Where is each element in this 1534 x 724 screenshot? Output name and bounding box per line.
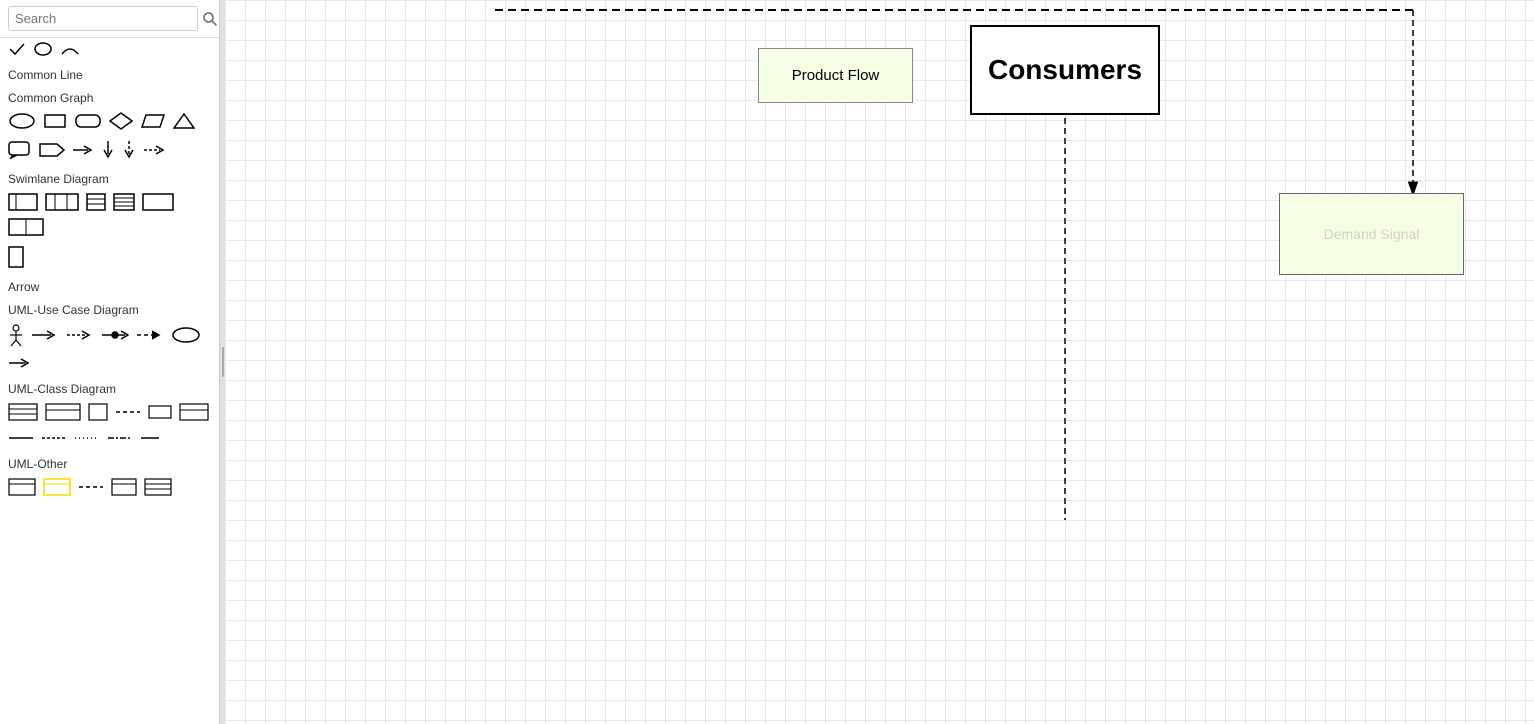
- section-label-uml-class: UML-Class Diagram: [0, 376, 219, 399]
- shape-dash-arrow-right[interactable]: [141, 141, 169, 159]
- shape-triangle[interactable]: [171, 110, 197, 132]
- shape-row-top-partial: [0, 38, 219, 62]
- shape-arrow-down-solid[interactable]: [99, 138, 117, 162]
- shape-fork-arrow[interactable]: [99, 326, 131, 344]
- shape-row-swimlane2: [0, 242, 219, 274]
- shape-oval[interactable]: [6, 110, 38, 132]
- shape-diamond[interactable]: [107, 110, 135, 132]
- shape-class-2sec[interactable]: [43, 401, 83, 423]
- shape-row-uml-other: [0, 474, 219, 502]
- shape-swimlane-horiz2[interactable]: [43, 191, 81, 213]
- shape-row-uml-uc2: [0, 352, 219, 376]
- shape-row-uml-uc: [0, 320, 219, 352]
- shape-pentagon-arrow[interactable]: [37, 139, 67, 161]
- demand-signal-label: Demand Signal: [1324, 226, 1420, 242]
- section-label-arrow: Arrow: [0, 274, 219, 297]
- shape-swimlane-horiz[interactable]: [6, 191, 40, 213]
- section-label-common-graph: Common Graph: [0, 85, 219, 108]
- node-demand-signal[interactable]: Demand Signal: [1279, 193, 1464, 275]
- shape-dashed-line-h[interactable]: [113, 403, 143, 421]
- shape-swimlane-vert2[interactable]: [111, 191, 137, 213]
- shape-swimlane-wide2[interactable]: [6, 216, 46, 238]
- section-label-swimlane: Swimlane Diagram: [0, 166, 219, 189]
- search-input[interactable]: [8, 6, 198, 31]
- shape-uml-other-2[interactable]: [41, 476, 73, 498]
- shape-uml-other-4[interactable]: [109, 476, 139, 498]
- shape-rounded-rect[interactable]: [72, 110, 104, 132]
- shape-row-uml-class2: [0, 427, 219, 451]
- shape-arrow-right-simple[interactable]: [6, 354, 34, 372]
- shape-circle-outline[interactable]: [31, 40, 55, 58]
- shape-line-short[interactable]: [138, 429, 162, 447]
- node-product-flow[interactable]: Product Flow: [758, 48, 913, 103]
- shape-uml-other-1[interactable]: [6, 476, 38, 498]
- node-consumers[interactable]: Consumers: [970, 25, 1160, 115]
- shape-class-full[interactable]: [6, 401, 40, 423]
- connectors-svg: [225, 0, 1534, 724]
- shape-assoc-arrow[interactable]: [29, 326, 61, 344]
- shape-row-basic2: [0, 136, 219, 166]
- consumers-label: Consumers: [988, 54, 1142, 86]
- shape-class-header[interactable]: [177, 401, 211, 423]
- shape-single-cell[interactable]: [6, 244, 26, 270]
- shape-arrow-down-dashed[interactable]: [120, 138, 138, 162]
- section-label-common-line: Common Line: [0, 62, 219, 85]
- shape-line-dotted[interactable]: [72, 429, 102, 447]
- shape-curved[interactable]: [58, 40, 82, 58]
- shape-dep-arrow[interactable]: [64, 326, 96, 344]
- shape-swimlane-vert[interactable]: [84, 191, 108, 213]
- canvas-area[interactable]: Consumers Product Flow Demand Signal: [225, 0, 1534, 724]
- shape-parallelogram[interactable]: [138, 110, 168, 132]
- sidebar: Common Line Common Graph: [0, 0, 220, 724]
- shape-row-basic1: [0, 108, 219, 136]
- shape-row-swimlane: [0, 189, 219, 242]
- shape-check[interactable]: [6, 40, 28, 58]
- shape-uml-other-3[interactable]: [76, 478, 106, 496]
- shape-speech-bubble[interactable]: [6, 139, 34, 161]
- shape-uml-other-5[interactable]: [142, 476, 174, 498]
- shape-row-uml-class: [0, 399, 219, 427]
- search-icon: [202, 11, 218, 27]
- shape-line-dashed2[interactable]: [39, 429, 69, 447]
- shape-arrow-right[interactable]: [70, 141, 96, 159]
- search-container: [0, 0, 219, 38]
- shape-rect-small[interactable]: [146, 401, 174, 423]
- shape-line-h[interactable]: [6, 429, 36, 447]
- section-label-uml-use-case: UML-Use Case Diagram: [0, 297, 219, 320]
- shape-rect[interactable]: [41, 110, 69, 132]
- shape-swimlane-wide[interactable]: [140, 191, 176, 213]
- shape-usecase-ellipse[interactable]: [169, 324, 203, 346]
- product-flow-label: Product Flow: [792, 67, 880, 84]
- shape-line-dashed3[interactable]: [105, 429, 135, 447]
- shape-actor[interactable]: [6, 322, 26, 348]
- section-label-uml-other: UML-Other: [0, 451, 219, 474]
- shape-class-simple[interactable]: [86, 401, 110, 423]
- shape-extend-arrow[interactable]: [134, 326, 166, 344]
